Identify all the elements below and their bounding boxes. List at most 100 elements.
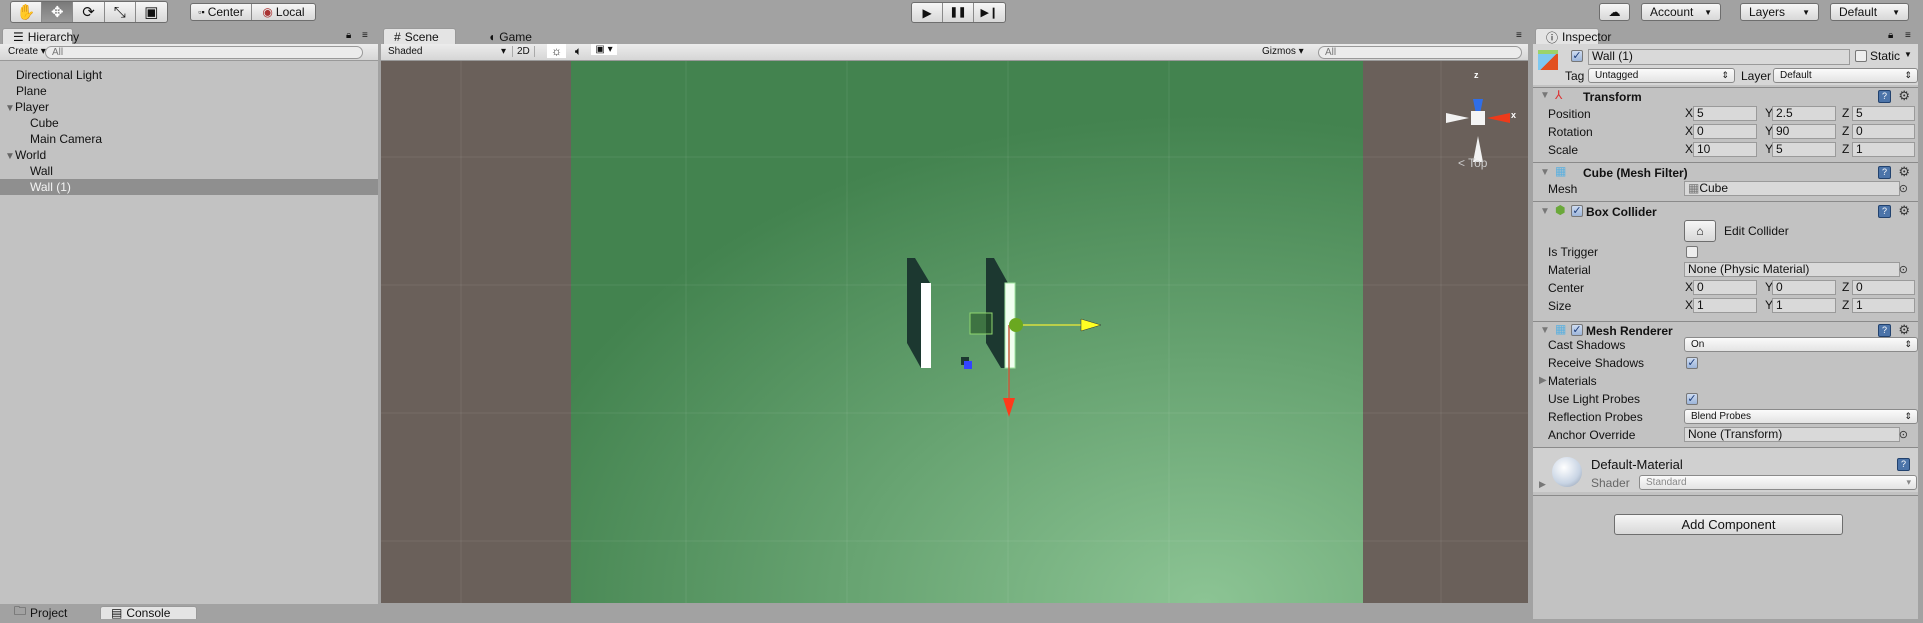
help-icon[interactable]: ? <box>1878 90 1891 103</box>
center-z-field[interactable]: 0 <box>1852 280 1915 295</box>
object-picker-icon[interactable]: ⊙ <box>1899 182 1908 195</box>
rotation-x-field[interactable]: 0 <box>1693 124 1757 139</box>
help-icon[interactable]: ? <box>1878 324 1891 337</box>
position-x-field[interactable]: 5 <box>1693 106 1757 121</box>
scene-search-input[interactable] <box>1318 46 1522 59</box>
add-component-button[interactable]: Add Component <box>1614 514 1843 535</box>
hierarchy-item[interactable]: Wall <box>0 163 378 179</box>
layers-dropdown[interactable]: Layers ▼ <box>1740 3 1819 21</box>
hand-tool-button[interactable]: ✋ <box>11 2 43 22</box>
gizmos-dropdown[interactable]: Gizmos ▾ <box>1262 46 1304 57</box>
scene-view[interactable]: z x < Top <box>381 61 1528 603</box>
rect-tool-button[interactable]: ▣ <box>136 2 167 22</box>
help-icon[interactable]: ? <box>1897 458 1910 471</box>
pause-button[interactable]: ❚❚ <box>943 3 974 22</box>
create-dropdown[interactable]: Create ▾ <box>8 46 46 57</box>
edit-collider-button[interactable]: ⌂ <box>1684 220 1716 242</box>
center-y-field[interactable]: 0 <box>1772 280 1836 295</box>
tab-scene[interactable]: # Scene <box>383 28 456 45</box>
hierarchy-item[interactable]: Cube <box>0 115 378 131</box>
active-checkbox[interactable]: ✓ <box>1571 50 1583 62</box>
hierarchy-item[interactable]: Main Camera <box>0 131 378 147</box>
materials-foldout[interactable]: Materials <box>1548 373 1597 389</box>
move-tool-button[interactable]: ✥ <box>42 2 74 22</box>
lighting-toggle-icon[interactable]: ☼ <box>547 44 566 58</box>
help-icon[interactable]: ? <box>1878 205 1891 218</box>
shader-dropdown[interactable]: Standard ▾ <box>1639 475 1917 490</box>
static-dropdown-icon[interactable]: ▼ <box>1904 50 1912 59</box>
audio-toggle-icon[interactable]: 🔈︎ <box>569 44 588 59</box>
object-name-input[interactable]: Wall (1) <box>1588 49 1850 65</box>
pivot-local-button[interactable]: ◉ Local <box>252 4 315 20</box>
reflection-probes-dropdown[interactable]: Blend Probes ⇕ <box>1684 409 1918 424</box>
gear-icon[interactable]: ⚙ <box>1898 203 1910 219</box>
receive-shadows-checkbox[interactable]: ✓ <box>1686 357 1698 369</box>
panel-menu-icon[interactable]: ≡ <box>1516 30 1522 41</box>
tab-hierarchy[interactable]: ☰ Hierarchy <box>2 28 79 45</box>
gear-icon[interactable]: ⚙ <box>1898 322 1910 338</box>
position-z-field[interactable]: 5 <box>1852 106 1915 121</box>
help-icon[interactable]: ? <box>1878 166 1891 179</box>
hierarchy-search-input[interactable] <box>45 46 363 59</box>
hierarchy-item[interactable]: Directional Light <box>0 67 378 83</box>
physic-material-field[interactable]: None (Physic Material) <box>1684 262 1900 277</box>
lock-icon[interactable]: 🔒︎ <box>1888 30 1893 41</box>
foldout-icon[interactable]: ▼ <box>1540 325 1550 336</box>
pivot-icon: ▫▪ <box>198 7 205 17</box>
box-collider-enabled-checkbox[interactable]: ✓ <box>1571 205 1583 217</box>
position-y-field[interactable]: 2.5 <box>1772 106 1836 121</box>
hierarchy-item[interactable]: ▼Player <box>0 99 378 115</box>
tab-game[interactable]: ◖ Game <box>478 28 542 45</box>
mesh-renderer-enabled-checkbox[interactable]: ✓ <box>1571 324 1583 336</box>
effects-toggle-icon[interactable]: ▣ ▾ <box>591 44 617 55</box>
scale-x-field[interactable]: 10 <box>1693 142 1757 157</box>
tab-inspector[interactable]: ⓘ Inspector <box>1535 28 1611 45</box>
anchor-override-field[interactable]: None (Transform) <box>1684 427 1900 442</box>
foldout-icon[interactable]: ▼ <box>1540 167 1550 178</box>
hierarchy-item[interactable]: ▼World <box>0 147 378 163</box>
material-foldout-icon[interactable]: ▶ <box>1539 479 1546 490</box>
center-x-field[interactable]: 0 <box>1693 280 1757 295</box>
size-x-field[interactable]: 1 <box>1693 298 1757 313</box>
size-z-field[interactable]: 1 <box>1852 298 1915 313</box>
pivot-center-button[interactable]: ▫▪ Center <box>191 4 253 20</box>
lock-icon[interactable]: 🔒︎ <box>346 30 351 41</box>
foldout-icon[interactable]: ▼ <box>1540 206 1550 217</box>
size-y-field[interactable]: 1 <box>1772 298 1836 313</box>
rotation-z-field[interactable]: 0 <box>1852 124 1915 139</box>
is-trigger-checkbox[interactable] <box>1686 246 1698 258</box>
center-x-axis-label: X <box>1685 280 1694 294</box>
shading-dropdown[interactable]: Shaded ▾ <box>388 46 506 57</box>
mesh-field[interactable]: ▦Cube <box>1684 181 1900 196</box>
static-checkbox[interactable] <box>1855 50 1867 62</box>
step-button[interactable]: ▶❙ <box>974 3 1005 22</box>
panel-menu-icon[interactable]: ≡ <box>1905 30 1911 41</box>
tag-dropdown[interactable]: Untagged ⇕ <box>1588 68 1735 83</box>
panel-menu-icon[interactable]: ≡ <box>362 30 368 41</box>
layout-dropdown[interactable]: Default ▼ <box>1830 3 1909 21</box>
materials-foldout-icon[interactable]: ▶ <box>1539 375 1547 386</box>
rotation-z-axis-label: Z <box>1842 124 1850 138</box>
tab-project[interactable]: 🗀︎ Project <box>4 604 77 620</box>
scale-tool-button[interactable]: ⤡ <box>105 2 136 22</box>
gear-icon[interactable]: ⚙ <box>1898 164 1910 180</box>
hierarchy-item[interactable]: Plane <box>0 83 378 99</box>
scale-y-field[interactable]: 5 <box>1772 142 1836 157</box>
account-dropdown[interactable]: Account ▼ <box>1641 3 1721 21</box>
rotate-tool-button[interactable]: ⟳ <box>73 2 105 22</box>
light-probes-checkbox[interactable]: ✓ <box>1686 393 1698 405</box>
play-button[interactable]: ▶ <box>912 3 944 22</box>
cast-shadows-dropdown[interactable]: On ⇕ <box>1684 337 1918 352</box>
layer-dropdown[interactable]: Default ⇕ <box>1773 68 1918 83</box>
gear-icon[interactable]: ⚙ <box>1898 88 1910 104</box>
object-picker-icon[interactable]: ⊙ <box>1899 428 1908 441</box>
scale-z-field[interactable]: 1 <box>1852 142 1915 157</box>
foldout-icon[interactable]: ▼ <box>1540 90 1550 101</box>
tab-console[interactable]: ▤ Console <box>100 606 197 620</box>
hierarchy-item[interactable]: Wall (1) <box>0 179 378 195</box>
object-picker-icon[interactable]: ⊙ <box>1899 263 1908 276</box>
2d-toggle[interactable]: 2D <box>512 46 535 57</box>
view-label[interactable]: < Top <box>1458 156 1487 170</box>
cloud-button[interactable]: ☁ <box>1599 3 1630 21</box>
rotation-y-field[interactable]: 90 <box>1772 124 1836 139</box>
